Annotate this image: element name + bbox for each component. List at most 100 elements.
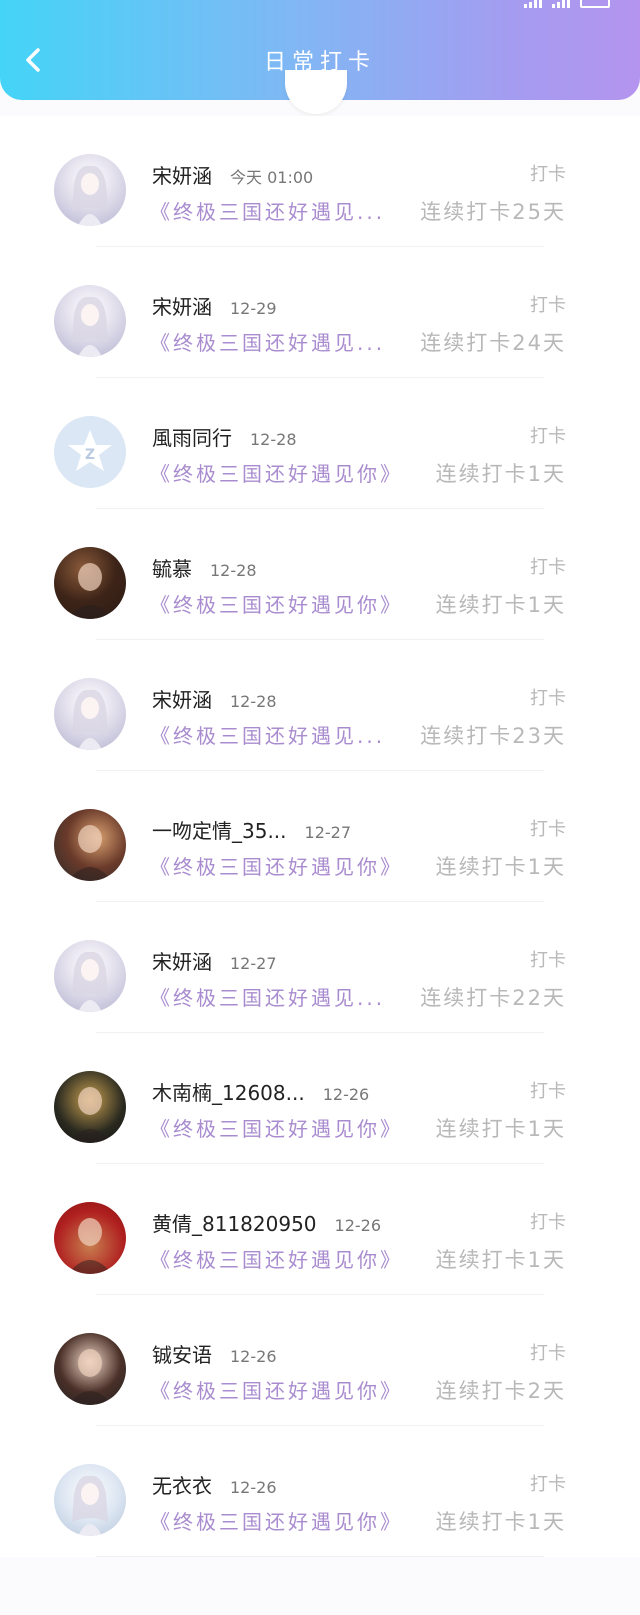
avatar-figure	[68, 1349, 112, 1405]
streak-count: 连续打卡2天	[435, 1379, 566, 1403]
user-name[interactable]: 无衣衣	[152, 1470, 212, 1499]
avatar[interactable]	[54, 1464, 126, 1536]
list-item[interactable]: 黄倩_811820950 12-26 打卡 《终极三国还好遇见你》 连续打卡1天	[0, 1164, 640, 1295]
checkin-time: 12-27	[230, 954, 277, 973]
book-title[interactable]: 《终极三国还好遇见你》	[150, 589, 403, 618]
checkin-detail: 《终极三国还好遇见你》 连续打卡1天	[150, 1244, 566, 1274]
checkin-time: 12-26	[230, 1347, 277, 1366]
checkin-time: 12-28	[250, 430, 297, 449]
checkin-label: 打卡	[530, 1081, 566, 1102]
checkin-label: 打卡	[530, 557, 566, 578]
checkin-detail: 《终极三国还好遇见... 连续打卡24天	[150, 327, 566, 357]
name-row: 宋妍涵 今天 01:00	[152, 160, 313, 189]
user-name[interactable]: 宋妍涵	[152, 291, 212, 320]
book-title[interactable]: 《终极三国还好遇见你》	[150, 1244, 403, 1273]
user-name[interactable]: 黄倩_811820950	[152, 1208, 317, 1237]
avatar[interactable]	[54, 154, 126, 226]
user-name[interactable]: 風雨同行	[152, 422, 232, 451]
streak-count: 连续打卡1天	[435, 462, 566, 486]
name-row: 毓慕 12-28	[152, 553, 257, 582]
checkin-list: 宋妍涵 今天 01:00 打卡 《终极三国还好遇见... 连续打卡25天 宋妍涵 12-29…	[0, 116, 640, 1557]
list-item[interactable]: 毓慕 12-28 打卡《终极三国还好遇见你》 连续打卡1天	[0, 509, 640, 640]
avatar[interactable]	[54, 678, 126, 750]
book-title[interactable]: 《终极三国还好遇见你》	[150, 1506, 403, 1535]
user-name[interactable]: 宋妍涵	[152, 946, 212, 975]
streak-count: 连续打卡1天	[435, 593, 566, 617]
list-item[interactable]: 铖安语 12-26 打卡《终极三国还好遇见你》 连续打卡2天	[0, 1295, 640, 1426]
list-item[interactable]: 宋妍涵 12-28 打卡 《终极三国还好遇见... 连续打卡23天	[0, 640, 640, 771]
book-title[interactable]: 《终极三国还好遇见你》	[150, 1375, 403, 1404]
streak-count: 连续打卡25天	[420, 200, 566, 224]
checkin-detail: 《终极三国还好遇见... 连续打卡25天	[150, 196, 566, 226]
book-title[interactable]: 《终极三国还好遇见你》	[150, 851, 403, 880]
checkin-time: 今天 01:00	[230, 168, 314, 187]
checkin-detail: 《终极三国还好遇见你》 连续打卡1天	[150, 1113, 566, 1143]
book-title[interactable]: 《终极三国还好遇见你》	[150, 1113, 403, 1142]
user-name[interactable]: 宋妍涵	[152, 684, 212, 713]
user-name[interactable]: 木南楠_12608...	[152, 1077, 305, 1106]
checkin-time: 12-29	[230, 299, 277, 318]
list-item[interactable]: 宋妍涵 今天 01:00 打卡 《终极三国还好遇见... 连续打卡25天	[0, 116, 640, 247]
checkin-label: 打卡	[530, 819, 566, 840]
checkin-detail: 《终极三国还好遇见你》 连续打卡1天	[150, 851, 566, 881]
avatar[interactable]	[54, 285, 126, 357]
avatar-figure	[72, 951, 108, 1012]
avatar[interactable]	[54, 809, 126, 881]
list-item[interactable]: 木南楠_12608... 12-26 打卡 《终极三国还好遇见你》 连续打卡1天	[0, 1033, 640, 1164]
streak-count: 连续打卡24天	[420, 331, 566, 355]
user-name[interactable]: 宋妍涵	[152, 160, 212, 189]
avatar[interactable]	[54, 1333, 126, 1405]
checkin-time: 12-28	[230, 692, 277, 711]
checkin-detail: 《终极三国还好遇见你》 连续打卡1天	[150, 589, 566, 619]
checkin-detail: 《终极三国还好遇见你》 连续打卡1天	[150, 458, 566, 488]
checkin-detail: 《终极三国还好遇见你》 连续打卡2天	[150, 1375, 566, 1405]
avatar-figure	[72, 296, 108, 357]
divider	[96, 1556, 544, 1557]
streak-count: 连续打卡1天	[435, 855, 566, 879]
list-item[interactable]: 宋妍涵 12-27 打卡《终极三国还好遇见... 连续打卡22天	[0, 902, 640, 1033]
checkin-label: 打卡	[530, 295, 566, 316]
avatar[interactable]	[54, 547, 126, 619]
checkin-detail: 《终极三国还好遇见... 连续打卡22天	[150, 982, 566, 1012]
list-item[interactable]: 无衣衣 12-26 打卡《终极三国还好遇见你》 连续打卡1天	[0, 1426, 640, 1557]
book-title[interactable]: 《终极三国还好遇见你》	[150, 458, 403, 487]
checkin-label: 打卡	[530, 1474, 566, 1495]
avatar[interactable]: Z	[54, 416, 126, 488]
user-name[interactable]: 一吻定情_35...	[152, 815, 287, 844]
list-item[interactable]: Z 風雨同行 12-28 打卡《终极三国还好遇见你》 连续打卡1天	[0, 378, 640, 509]
checkin-label: 打卡	[530, 950, 566, 971]
name-row: 宋妍涵 12-29	[152, 291, 277, 320]
book-title[interactable]: 《终极三国还好遇见...	[150, 196, 385, 225]
name-row: 铖安语 12-26	[152, 1339, 277, 1368]
checkin-label: 打卡	[530, 426, 566, 447]
list-item[interactable]: 一吻定情_35... 12-27 打卡 《终极三国还好遇见你》 连续打卡1天	[0, 771, 640, 902]
name-row: 宋妍涵 12-27	[152, 946, 277, 975]
checkin-time: 12-26	[230, 1478, 277, 1497]
svg-text:Z: Z	[85, 447, 95, 463]
user-name[interactable]: 铖安语	[152, 1339, 212, 1368]
avatar[interactable]	[54, 1071, 126, 1143]
status-bar	[0, 0, 640, 8]
battery-icon	[580, 0, 610, 8]
checkin-time: 12-26	[334, 1216, 382, 1235]
streak-count: 连续打卡22天	[420, 986, 566, 1010]
book-title[interactable]: 《终极三国还好遇见...	[150, 982, 385, 1011]
avatar-figure	[72, 689, 108, 750]
signal-icon-2	[552, 0, 570, 8]
list-item[interactable]: 宋妍涵 12-29 打卡《终极三国还好遇见... 连续打卡24天	[0, 247, 640, 378]
checkin-detail: 《终极三国还好遇见... 连续打卡23天	[150, 720, 566, 750]
checkin-detail: 《终极三国还好遇见你》 连续打卡1天	[150, 1506, 566, 1536]
avatar-figure	[68, 825, 112, 881]
avatar[interactable]	[54, 1202, 126, 1274]
user-name[interactable]: 毓慕	[152, 553, 192, 582]
checkin-label: 打卡	[530, 1343, 566, 1364]
streak-count: 连续打卡1天	[435, 1248, 566, 1272]
book-title[interactable]: 《终极三国还好遇见...	[150, 720, 385, 749]
avatar-figure	[68, 563, 112, 619]
book-title[interactable]: 《终极三国还好遇见...	[150, 327, 385, 356]
header-decoration	[285, 70, 347, 114]
signal-icon	[524, 0, 542, 8]
avatar-figure	[68, 1087, 112, 1143]
streak-count: 连续打卡1天	[435, 1510, 566, 1534]
avatar[interactable]	[54, 940, 126, 1012]
